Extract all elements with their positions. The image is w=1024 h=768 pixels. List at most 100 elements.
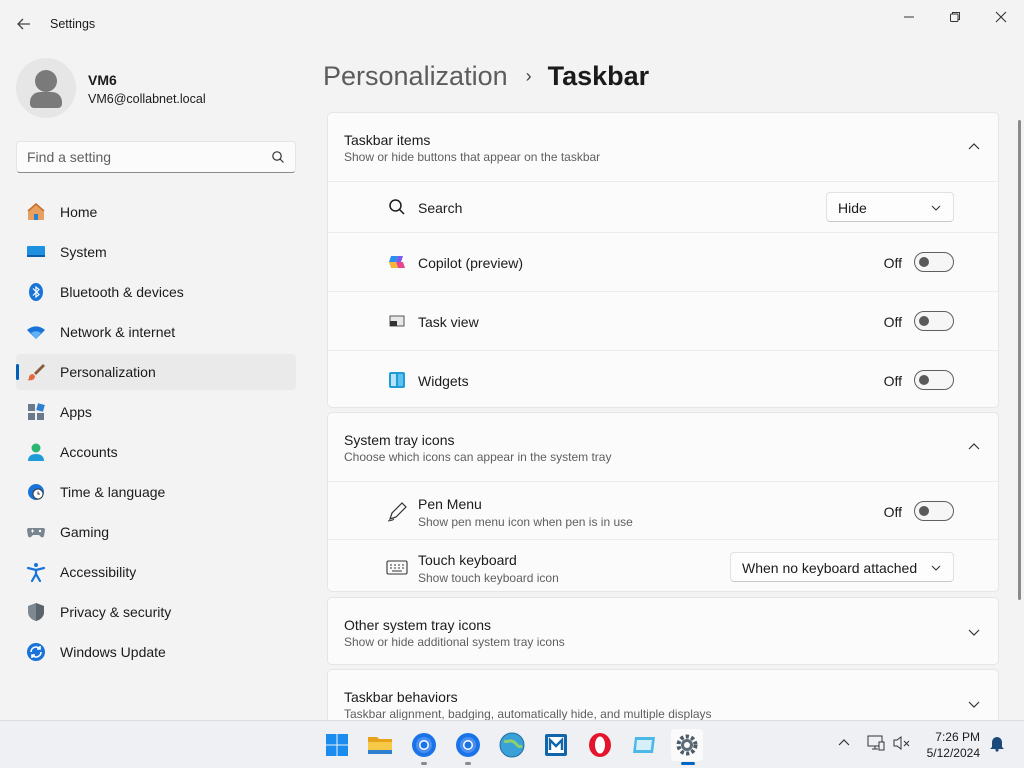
search-icon[interactable] — [271, 150, 285, 164]
touch-keyboard-dropdown[interactable]: When no keyboard attached — [730, 552, 954, 582]
search-row: Search Hide — [328, 181, 998, 232]
sidebar-item-home[interactable]: Home — [16, 194, 296, 230]
chevron-down-icon[interactable] — [968, 626, 980, 638]
taskbar-items-header[interactable]: Taskbar items Show or hide buttons that … — [328, 113, 998, 181]
system-tray-header[interactable]: System tray icons Choose which icons can… — [328, 413, 998, 481]
notifications-button[interactable] — [987, 733, 1007, 753]
restore-icon — [950, 12, 960, 22]
windows-taskbar: 7:26 PM 5/12/2024 — [0, 720, 1024, 768]
task-view-icon — [389, 315, 405, 327]
minimize-icon — [904, 16, 914, 18]
user-name: VM6 — [88, 72, 117, 88]
chrome-icon — [412, 733, 436, 757]
sidebar-item-network[interactable]: Network & internet — [16, 314, 296, 350]
taskbar-clock[interactable]: 7:26 PM 5/12/2024 — [916, 729, 980, 761]
sidebar-item-apps[interactable]: Apps — [16, 394, 296, 430]
brush-icon — [27, 364, 45, 381]
sidebar-item-accessibility[interactable]: Accessibility — [16, 554, 296, 590]
wifi-icon — [27, 326, 45, 339]
sidebar-item-bluetooth[interactable]: Bluetooth & devices — [16, 274, 296, 310]
toggle-state-label: Off — [883, 314, 902, 330]
search-mode-dropdown[interactable]: Hide — [826, 192, 954, 222]
sidebar-item-system[interactable]: System — [16, 234, 296, 270]
taskbar-settings[interactable] — [671, 729, 703, 765]
row-label: Pen Menu — [418, 496, 482, 512]
row-label: Task view — [418, 314, 479, 330]
breadcrumb-parent-link[interactable]: Personalization — [323, 61, 508, 92]
sidebar-item-label: Personalization — [60, 364, 156, 380]
section-title: System tray icons — [344, 432, 455, 448]
taskbar-items-section: Taskbar items Show or hide buttons that … — [327, 112, 999, 408]
bell-icon — [990, 737, 1004, 752]
update-icon — [27, 643, 45, 661]
sidebar-item-privacy-security[interactable]: Privacy & security — [16, 594, 296, 630]
app-m-icon — [545, 734, 567, 756]
row-label: Copilot (preview) — [418, 255, 524, 271]
copilot-row: Copilot (preview) Off — [328, 232, 998, 291]
touch-keyboard-row: Touch keyboard Show touch keyboard icon … — [328, 539, 998, 592]
search-input[interactable] — [17, 142, 257, 172]
breadcrumb-separator: › — [525, 65, 532, 86]
clock-globe-icon — [28, 484, 44, 500]
taskbar-behaviors-header[interactable]: Taskbar behaviors Taskbar alignment, bad… — [328, 670, 998, 720]
sidebar-item-label: Accessibility — [60, 564, 137, 580]
sidebar-item-accounts[interactable]: Accounts — [16, 434, 296, 470]
pen-menu-toggle[interactable] — [914, 501, 954, 521]
pen-icon — [387, 502, 407, 522]
row-label: Touch keyboard — [418, 552, 517, 568]
sidebar-item-label: Bluetooth & devices — [60, 284, 184, 300]
copilot-icon — [389, 256, 405, 268]
maximize-button[interactable] — [932, 6, 978, 28]
search-icon — [389, 199, 405, 215]
sidebar-item-windows-update[interactable]: Windows Update — [16, 634, 296, 670]
row-sublabel: Show pen menu icon when pen is in use — [418, 515, 633, 529]
taskbar-browser[interactable] — [496, 729, 528, 761]
row-sublabel: Show touch keyboard icon — [418, 571, 559, 585]
settings-search-box[interactable] — [16, 141, 296, 173]
other-tray-icons-section[interactable]: Other system tray icons Show or hide add… — [327, 597, 999, 665]
home-icon — [27, 203, 45, 220]
chevron-up-icon[interactable] — [968, 441, 980, 453]
start-button[interactable] — [321, 729, 353, 761]
show-hidden-icons-button[interactable] — [834, 733, 854, 753]
toggle-state-label: Off — [883, 255, 902, 271]
taskbar-file-explorer[interactable] — [364, 729, 396, 761]
taskbar-app-window[interactable] — [628, 729, 660, 761]
taskbar-behaviors-section[interactable]: Taskbar behaviors Taskbar alignment, bad… — [327, 669, 999, 720]
sidebar-nav: Home System Bluetooth & devices Network … — [16, 194, 296, 674]
chevron-up-icon[interactable] — [968, 141, 980, 153]
taskbar-chrome-1[interactable] — [408, 729, 440, 765]
browser-globe-icon — [499, 732, 525, 758]
taskbar-app-m[interactable] — [540, 729, 572, 761]
row-label: Search — [418, 200, 463, 216]
section-title: Taskbar behaviors — [344, 689, 458, 705]
back-button[interactable] — [14, 14, 34, 34]
other-tray-icons-header[interactable]: Other system tray icons Show or hide add… — [328, 598, 998, 666]
sidebar-item-label: System — [60, 244, 107, 260]
section-title: Other system tray icons — [344, 617, 492, 633]
task-view-toggle[interactable] — [914, 311, 954, 331]
copilot-toggle[interactable] — [914, 252, 954, 272]
chevron-up-icon — [838, 739, 850, 746]
chevron-down-icon[interactable] — [968, 698, 980, 710]
windows-start-icon — [326, 734, 348, 756]
tray-display[interactable] — [866, 733, 886, 753]
sidebar-item-time-language[interactable]: Time & language — [16, 474, 296, 510]
taskbar-chrome-2[interactable] — [452, 729, 484, 765]
sidebar-item-gaming[interactable]: Gaming — [16, 514, 296, 550]
minimize-button[interactable] — [886, 6, 932, 28]
volume-mute-icon — [893, 736, 910, 750]
tray-volume[interactable] — [892, 733, 912, 753]
app-title: Settings — [50, 17, 96, 31]
scrollbar-thumb[interactable] — [1018, 120, 1021, 600]
widgets-toggle[interactable] — [914, 370, 954, 390]
close-button[interactable] — [978, 6, 1024, 28]
close-icon — [995, 11, 1007, 23]
taskbar-opera[interactable] — [584, 729, 616, 761]
section-subtitle: Show or hide additional system tray icon… — [344, 635, 565, 649]
sidebar-item-personalization[interactable]: Personalization — [16, 354, 296, 390]
toggle-state-label: Off — [883, 373, 902, 389]
display-icon — [867, 735, 885, 751]
user-profile[interactable]: VM6 VM6@collabnet.local — [16, 58, 296, 118]
section-subtitle: Choose which icons can appear in the sys… — [344, 450, 612, 464]
